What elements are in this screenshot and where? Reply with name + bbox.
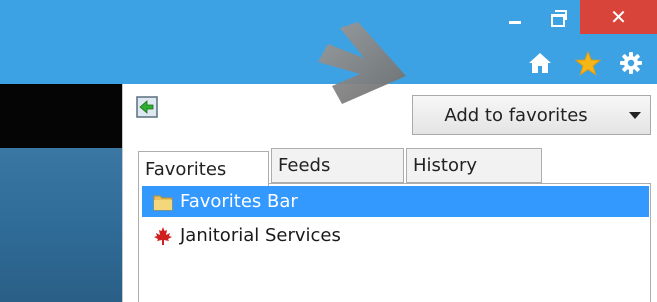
add-to-favorites-label: Add to favorites	[444, 104, 588, 126]
restore-icon	[551, 10, 567, 27]
list-item-label: Favorites Bar	[180, 191, 298, 212]
tab-favorites[interactable]: Favorites	[138, 151, 269, 186]
list-item-janitorial-services[interactable]: Janitorial Services	[142, 220, 542, 251]
page-content-area	[0, 148, 122, 302]
page-header-area	[0, 84, 122, 148]
tab-favorites-label: Favorites	[145, 158, 227, 180]
restore-button[interactable]	[538, 0, 580, 34]
folder-icon	[152, 191, 174, 213]
tab-feeds-label: Feeds	[278, 155, 331, 176]
back-arrow-icon[interactable]	[136, 96, 158, 118]
tab-history[interactable]: History	[406, 148, 542, 183]
gear-icon[interactable]	[617, 50, 645, 76]
maple-leaf-icon	[152, 225, 174, 247]
tab-history-label: History	[413, 155, 478, 176]
tab-feeds[interactable]: Feeds	[271, 148, 404, 183]
list-item-favorites-bar[interactable]: Favorites Bar	[142, 186, 649, 217]
close-button[interactable]: ✕	[580, 0, 657, 34]
close-icon: ✕	[610, 5, 627, 29]
add-to-favorites-button[interactable]: Add to favorites	[412, 95, 620, 135]
chevron-down-icon	[628, 111, 641, 119]
add-to-favorites-dropdown-button[interactable]	[619, 95, 651, 135]
home-icon[interactable]	[526, 50, 554, 76]
annotation-arrow-icon	[318, 22, 406, 104]
minimize-button[interactable]	[492, 0, 538, 34]
favorites-star-icon[interactable]	[574, 50, 602, 76]
list-item-label: Janitorial Services	[180, 225, 341, 246]
minimize-icon	[509, 20, 521, 24]
